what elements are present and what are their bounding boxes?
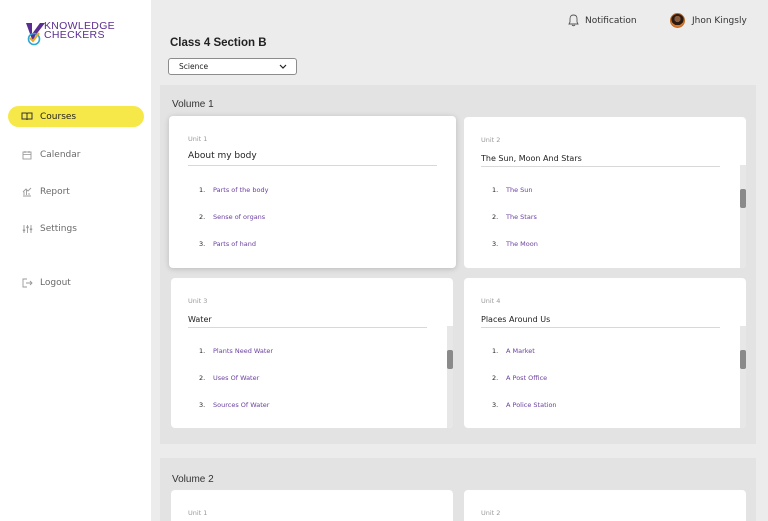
topic-number: 2. bbox=[492, 213, 499, 221]
unit-card[interactable]: Unit 4 Places Around Us 1. A Market 2. A P… bbox=[464, 278, 746, 428]
unit-number: Unit 4 bbox=[481, 297, 501, 305]
unit-number: Unit 1 bbox=[188, 135, 208, 143]
sidebar-item-label: Courses bbox=[40, 111, 77, 122]
page-title: Class 4 Section B bbox=[170, 37, 267, 49]
topic-label: A Police Station bbox=[506, 401, 557, 409]
topic-number: 1. bbox=[199, 347, 206, 355]
subject-select-value: Science bbox=[179, 62, 209, 71]
unit-card[interactable]: Unit 1 bbox=[171, 490, 453, 521]
volume-title: Volume 2 bbox=[172, 474, 214, 485]
topic-number: 2. bbox=[199, 374, 206, 382]
sidebar-item-logout[interactable]: Logout bbox=[8, 272, 144, 293]
topic-label: The Stars bbox=[506, 213, 537, 221]
sidebar-item-courses[interactable]: Courses bbox=[8, 106, 144, 127]
sidebar-item-label: Logout bbox=[40, 277, 71, 288]
topic-link[interactable]: 3. The Moon bbox=[492, 240, 538, 248]
topic-link[interactable]: 1. Plants Need Water bbox=[199, 347, 273, 355]
topic-number: 3. bbox=[199, 240, 206, 248]
brand-line-2: CHECKERS bbox=[44, 29, 105, 41]
topic-label: The Moon bbox=[506, 240, 538, 248]
topic-link[interactable]: 2. A Post Office bbox=[492, 374, 547, 382]
subject-select[interactable]: Science bbox=[168, 58, 297, 75]
sidebar-item-label: Calendar bbox=[40, 149, 81, 160]
sidebar: KNOWLEDGE CHECKERS Courses Calendar Repo… bbox=[0, 0, 151, 521]
topic-link[interactable]: 2. Uses Of Water bbox=[199, 374, 259, 382]
book-icon bbox=[20, 112, 34, 121]
unit-title: About my body bbox=[188, 151, 257, 161]
topic-link[interactable]: 1. Parts of the body bbox=[199, 186, 268, 194]
topic-link[interactable]: 3. A Police Station bbox=[492, 401, 557, 409]
topic-link[interactable]: 2. The Stars bbox=[492, 213, 537, 221]
topic-number: 1. bbox=[492, 347, 499, 355]
unit-title: Water bbox=[188, 315, 212, 324]
unit-title: The Sun, Moon And Stars bbox=[481, 154, 582, 163]
unit-number: Unit 2 bbox=[481, 509, 501, 517]
divider bbox=[188, 327, 427, 328]
topic-number: 2. bbox=[492, 374, 499, 382]
sidebar-item-label: Report bbox=[40, 186, 70, 197]
topic-link[interactable]: 1. The Sun bbox=[492, 186, 533, 194]
unit-number: Unit 1 bbox=[188, 509, 208, 517]
topic-link[interactable]: 2. Sense of organs bbox=[199, 213, 265, 221]
topic-number: 1. bbox=[492, 186, 499, 194]
divider bbox=[188, 165, 437, 166]
brand-logo[interactable]: KNOWLEDGE CHECKERS bbox=[24, 20, 134, 50]
volume-title: Volume 1 bbox=[172, 99, 214, 110]
topic-label: Parts of the body bbox=[213, 186, 269, 194]
topic-link[interactable]: 3. Parts of hand bbox=[199, 240, 256, 248]
scrollbar-thumb[interactable] bbox=[740, 189, 746, 208]
topic-label: Parts of hand bbox=[213, 240, 256, 248]
volume-section: Volume 1 Unit 1 About my body 1. Parts of… bbox=[160, 85, 756, 444]
topic-label: Sense of organs bbox=[213, 213, 266, 221]
unit-card[interactable]: Unit 3 Water 1. Plants Need Water 2. Uses … bbox=[171, 278, 453, 428]
topic-label: A Post Office bbox=[506, 374, 548, 382]
scrollbar-thumb[interactable] bbox=[740, 350, 746, 369]
divider bbox=[481, 166, 720, 167]
settings-sliders-icon bbox=[20, 224, 34, 234]
unit-card[interactable]: Unit 2 The Sun, Moon And Stars 1. The Sun… bbox=[464, 117, 746, 268]
sidebar-item-calendar[interactable]: Calendar bbox=[8, 144, 144, 165]
topic-number: 1. bbox=[199, 186, 206, 194]
volume-section: Volume 2 Unit 1 Unit 2 bbox=[160, 458, 756, 521]
scrollbar[interactable] bbox=[447, 326, 453, 428]
unit-number: Unit 2 bbox=[481, 136, 501, 144]
topic-number: 3. bbox=[492, 240, 499, 248]
sidebar-item-label: Settings bbox=[40, 223, 77, 234]
logout-icon bbox=[20, 278, 34, 288]
sidebar-item-report[interactable]: Report bbox=[8, 181, 144, 202]
unit-title: Places Around Us bbox=[481, 315, 551, 324]
topic-number: 3. bbox=[492, 401, 499, 409]
user-menu[interactable]: Jhon Kingsly bbox=[670, 13, 747, 28]
topic-link[interactable]: 3. Sources Of Water bbox=[199, 401, 269, 409]
scrollbar-thumb[interactable] bbox=[447, 350, 453, 369]
topic-label: Uses Of Water bbox=[213, 374, 260, 382]
report-icon bbox=[20, 187, 34, 197]
sidebar-item-settings[interactable]: Settings bbox=[8, 218, 144, 239]
topic-number: 3. bbox=[199, 401, 206, 409]
divider bbox=[481, 327, 720, 328]
notification-button[interactable]: Notification bbox=[568, 14, 637, 27]
chevron-down-icon bbox=[279, 64, 287, 69]
topic-link[interactable]: 1. A Market bbox=[492, 347, 535, 355]
unit-number: Unit 3 bbox=[188, 297, 208, 305]
unit-card[interactable]: Unit 1 About my body 1. Parts of the body… bbox=[169, 116, 456, 268]
unit-card[interactable]: Unit 2 bbox=[464, 490, 746, 521]
topic-label: Plants Need Water bbox=[213, 347, 274, 355]
topic-label: Sources Of Water bbox=[213, 401, 270, 409]
logo-mark-icon bbox=[26, 23, 45, 46]
topic-label: A Market bbox=[506, 347, 535, 355]
scrollbar[interactable] bbox=[740, 165, 746, 268]
avatar bbox=[670, 13, 685, 28]
topic-number: 2. bbox=[199, 213, 206, 221]
bell-icon bbox=[568, 14, 579, 27]
brand-name: KNOWLEDGE CHECKERS bbox=[44, 21, 115, 41]
user-name: Jhon Kingsly bbox=[692, 15, 747, 26]
notification-label: Notification bbox=[585, 15, 637, 26]
calendar-icon bbox=[20, 150, 34, 160]
scrollbar[interactable] bbox=[740, 326, 746, 428]
topic-label: The Sun bbox=[506, 186, 533, 194]
